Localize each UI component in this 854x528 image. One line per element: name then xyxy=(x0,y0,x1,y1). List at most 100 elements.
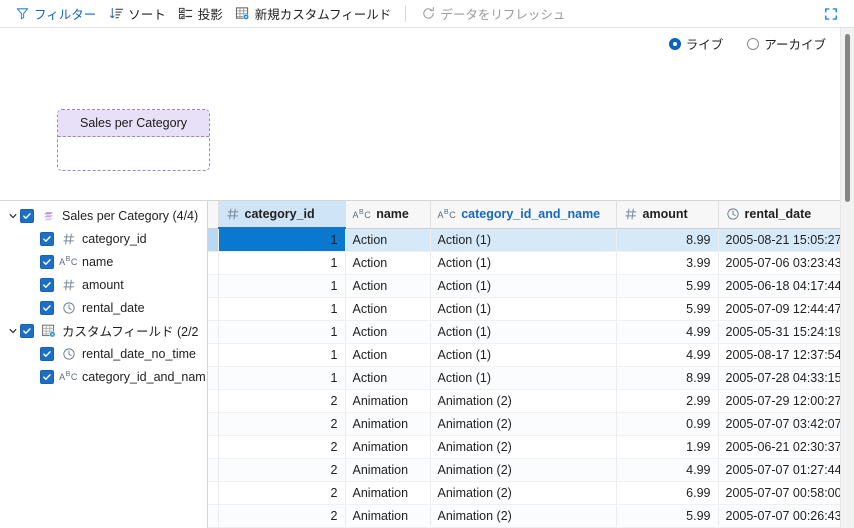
cell-amount[interactable]: 1.99 xyxy=(616,435,719,459)
tree-field-checkbox[interactable] xyxy=(40,369,54,384)
cell-rental_date[interactable]: 2005-05-31 15:24:19 xyxy=(718,320,840,344)
table-row[interactable]: 1 Action Action (1) 4.99 2005-05-31 15:24:19 xyxy=(208,320,840,344)
tree-field-checkbox[interactable] xyxy=(40,346,54,361)
cell-name[interactable]: Action xyxy=(345,343,431,367)
tree-node-field[interactable]: rental_date_no_time xyxy=(0,342,207,365)
row-gutter-cell[interactable] xyxy=(208,435,219,459)
row-gutter-cell[interactable] xyxy=(208,481,219,505)
data-grid-container[interactable]: category_id ABC name ABC category_id_and_nam… xyxy=(208,201,840,528)
tree-field-checkbox[interactable] xyxy=(40,277,54,292)
cell-category_id_and_name[interactable]: Animation (2) xyxy=(430,504,617,528)
cell-category_id[interactable]: 1 xyxy=(218,366,346,390)
cell-category_id_and_name[interactable]: Animation (2) xyxy=(430,481,617,505)
cell-rental_date[interactable]: 2005-07-07 03:42:07 xyxy=(718,412,840,436)
cell-category_id_and_name[interactable]: Animation (2) xyxy=(430,458,617,482)
row-gutter-cell[interactable] xyxy=(208,343,219,367)
cell-category_id_and_name[interactable]: Action (1) xyxy=(430,320,617,344)
table-row[interactable]: 1 Action Action (1) 5.99 2005-06-18 04:17:44 xyxy=(208,274,840,298)
cell-category_id_and_name[interactable]: Action (1) xyxy=(430,274,617,298)
cell-name[interactable]: Action xyxy=(345,320,431,344)
cell-name[interactable]: Action xyxy=(345,274,431,298)
cell-category_id[interactable]: 2 xyxy=(218,435,346,459)
column-header-rental_date[interactable]: rental_date xyxy=(718,201,840,229)
chevron-down-icon[interactable] xyxy=(6,326,20,336)
vertical-scrollbar-thumb[interactable] xyxy=(845,34,850,202)
table-row[interactable]: 1 Action Action (1) 8.99 2005-07-28 04:33:15 xyxy=(208,366,840,390)
cell-category_id_and_name[interactable]: Action (1) xyxy=(430,251,617,275)
cell-name[interactable]: Action xyxy=(345,366,431,390)
cell-category_id[interactable]: 2 xyxy=(218,481,346,505)
new-custom-field-button[interactable]: 新規カスタムフィールド xyxy=(229,3,398,25)
row-gutter-cell[interactable] xyxy=(208,366,219,390)
cell-rental_date[interactable]: 2005-06-18 04:17:44 xyxy=(718,274,840,298)
tree-field-checkbox[interactable] xyxy=(40,254,54,269)
column-header-category_id[interactable]: category_id xyxy=(218,201,346,229)
cell-name[interactable]: Action xyxy=(345,228,431,252)
row-gutter-cell[interactable] xyxy=(208,228,219,252)
table-row[interactable]: 2 Animation Animation (2) 6.99 2005-07-07 00… xyxy=(208,481,840,505)
cell-name[interactable]: Animation xyxy=(345,412,431,436)
cell-name[interactable]: Animation xyxy=(345,435,431,459)
cell-rental_date[interactable]: 2005-07-28 04:33:15 xyxy=(718,366,840,390)
radio-live[interactable]: ライブ xyxy=(668,34,723,53)
radio-archive[interactable]: アーカイブ xyxy=(747,34,826,53)
cell-name[interactable]: Action xyxy=(345,251,431,275)
cell-amount[interactable]: 5.99 xyxy=(616,504,719,528)
radio-archive-dot[interactable] xyxy=(747,37,760,50)
chevron-down-icon[interactable] xyxy=(6,211,20,221)
cell-category_id[interactable]: 1 xyxy=(218,343,346,367)
cell-name[interactable]: Animation xyxy=(345,458,431,482)
table-row[interactable]: 2 Animation Animation (2) 2.99 2005-07-29 12… xyxy=(208,389,840,413)
cell-category_id[interactable]: 1 xyxy=(218,297,346,321)
cell-amount[interactable]: 8.99 xyxy=(616,366,719,390)
cell-category_id[interactable]: 1 xyxy=(218,320,346,344)
cell-category_id_and_name[interactable]: Action (1) xyxy=(430,366,617,390)
cell-name[interactable]: Animation xyxy=(345,504,431,528)
cell-rental_date[interactable]: 2005-08-21 15:05:27 xyxy=(718,228,840,252)
cell-category_id_and_name[interactable]: Action (1) xyxy=(430,297,617,321)
tree-field-checkbox[interactable] xyxy=(40,231,54,246)
table-row[interactable]: 2 Animation Animation (2) 1.99 2005-06-21 02… xyxy=(208,435,840,459)
column-header-amount[interactable]: amount xyxy=(616,201,719,229)
cell-category_id_and_name[interactable]: Animation (2) xyxy=(430,435,617,459)
cell-rental_date[interactable]: 2005-07-09 12:44:47 xyxy=(718,297,840,321)
row-gutter-cell[interactable] xyxy=(208,389,219,413)
tree-node-field[interactable]: ABC name xyxy=(0,250,207,273)
cell-amount[interactable]: 8.99 xyxy=(616,228,719,252)
row-gutter-cell[interactable] xyxy=(208,297,219,321)
pipeline-card[interactable]: Sales per Category xyxy=(57,109,210,171)
table-row[interactable]: 1 Action Action (1) 3.99 2005-07-06 03:23:43 xyxy=(208,251,840,275)
column-header-category_id_and_name[interactable]: ABC category_id_and_name xyxy=(430,201,617,229)
column-header-name[interactable]: ABC name xyxy=(345,201,431,229)
cell-amount[interactable]: 4.99 xyxy=(616,320,719,344)
expand-button[interactable] xyxy=(820,3,842,25)
vertical-scrollbar[interactable] xyxy=(840,28,854,528)
cell-category_id[interactable]: 1 xyxy=(218,251,346,275)
cell-category_id[interactable]: 2 xyxy=(218,412,346,436)
table-row[interactable]: 1 Action Action (1) 8.99 2005-08-21 15:05:27 xyxy=(208,228,840,252)
filter-button[interactable]: フィルター xyxy=(8,3,102,25)
row-gutter-cell[interactable] xyxy=(208,412,219,436)
row-gutter-cell[interactable] xyxy=(208,320,219,344)
cell-name[interactable]: Animation xyxy=(345,481,431,505)
tree-node-checkbox[interactable] xyxy=(20,323,34,338)
table-row[interactable]: 2 Animation Animation (2) 0.99 2005-07-07 03… xyxy=(208,412,840,436)
tree-node-field[interactable]: amount xyxy=(0,273,207,296)
cell-amount[interactable]: 4.99 xyxy=(616,343,719,367)
cell-amount[interactable]: 6.99 xyxy=(616,481,719,505)
cell-amount[interactable]: 5.99 xyxy=(616,297,719,321)
cell-rental_date[interactable]: 2005-07-07 01:27:44 xyxy=(718,458,840,482)
refresh-data-button[interactable]: データをリフレッシュ xyxy=(414,3,571,25)
table-row[interactable]: 1 Action Action (1) 4.99 2005-08-17 12:37:54 xyxy=(208,343,840,367)
cell-category_id_and_name[interactable]: Animation (2) xyxy=(430,389,617,413)
cell-category_id[interactable]: 1 xyxy=(218,228,346,252)
cell-rental_date[interactable]: 2005-07-29 12:00:27 xyxy=(718,389,840,413)
cell-rental_date[interactable]: 2005-07-06 03:23:43 xyxy=(718,251,840,275)
tree-node-field[interactable]: ABC category_id_and_name xyxy=(0,365,207,388)
projection-button[interactable]: 投影 xyxy=(172,3,229,25)
tree-node-root[interactable]: カスタムフィールド (2/2 xyxy=(0,319,207,342)
cell-amount[interactable]: 3.99 xyxy=(616,251,719,275)
cell-amount[interactable]: 0.99 xyxy=(616,412,719,436)
cell-amount[interactable]: 2.99 xyxy=(616,389,719,413)
cell-name[interactable]: Action xyxy=(345,297,431,321)
